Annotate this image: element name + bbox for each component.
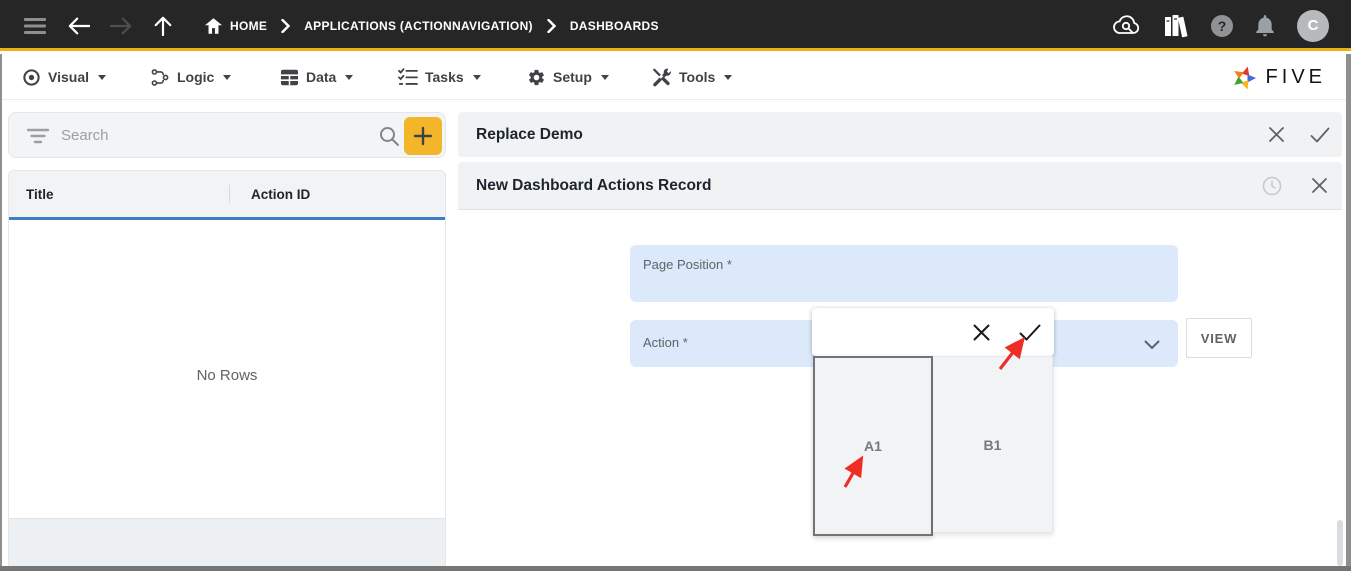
search-icon[interactable] [379,126,400,152]
close-icon [1311,177,1328,194]
record-header: New Dashboard Actions Record [458,162,1342,210]
page-position-field[interactable]: Page Position * [630,245,1178,302]
check-icon [1310,127,1330,143]
window-border-right [1346,54,1351,571]
up-arrow-icon[interactable] [150,0,176,51]
breadcrumb-dashboards[interactable]: DASHBOARDS [570,19,659,33]
notifications-bell-icon[interactable] [1255,14,1275,37]
topbar-actions: ? C [1113,0,1329,51]
caret-down-icon [724,75,732,80]
picker-confirm-button[interactable] [1015,317,1045,347]
column-divider[interactable] [229,185,230,203]
five-pinwheel-icon [1228,61,1260,93]
hamburger-menu-icon[interactable] [22,0,48,51]
breadcrumb-applications[interactable]: APPLICATIONS (ACTIONNAVIGATION) [304,19,533,33]
caret-down-icon [473,75,481,80]
menu-visual-label: Visual [48,69,89,85]
home-icon [205,18,222,34]
position-cell-b1[interactable]: B1 [933,356,1053,533]
page-position-label: Page Position * [643,257,732,272]
caret-down-icon [345,75,353,80]
menu-logic[interactable]: Logic [150,54,231,100]
tools-icon [652,68,672,87]
five-app-window: HOME APPLICATIONS (ACTIONNAVIGATION) DAS… [0,0,1351,571]
help-icon[interactable]: ? [1211,15,1233,37]
chevron-right-icon [547,19,556,33]
close-record-button[interactable] [1305,172,1333,200]
history-clock-button[interactable] [1258,172,1286,200]
tasks-icon [398,68,418,86]
menu-tasks[interactable]: Tasks [398,54,481,100]
library-books-icon[interactable] [1163,14,1189,38]
logic-icon [150,68,170,87]
top-navbar: HOME APPLICATIONS (ACTIONNAVIGATION) DAS… [0,0,1351,51]
five-brand-logo: FIVE [1228,54,1326,100]
save-form-button[interactable] [1306,121,1334,149]
setup-gear-icon [527,68,546,87]
no-rows-message: No Rows [9,367,445,384]
page-position-picker-popup: A1 B1 [812,308,1054,536]
chevron-right-icon [281,19,290,33]
column-header-action-id[interactable]: Action ID [251,171,310,217]
menu-tools-label: Tools [679,69,715,85]
close-icon [1268,126,1285,143]
filter-icon[interactable] [27,127,49,150]
breadcrumb: HOME APPLICATIONS (ACTIONNAVIGATION) DAS… [205,0,659,51]
menu-setup[interactable]: Setup [527,54,609,100]
cancel-form-button[interactable] [1262,121,1290,149]
caret-down-icon [98,75,106,80]
menu-data[interactable]: Data [280,54,353,100]
search-bar [8,112,446,158]
menu-setup-label: Setup [553,69,592,85]
view-button[interactable]: VIEW [1186,318,1252,358]
main-menubar: Visual Logic Data Tasks Setup Tools [0,54,1351,100]
form-header: Replace Demo [458,112,1342,157]
column-header-title[interactable]: Title [26,171,54,217]
menu-data-label: Data [306,69,336,85]
picker-toolbar [812,308,1054,356]
position-cell-a1[interactable]: A1 [813,356,933,536]
scrollbar-thumb[interactable] [1337,520,1343,566]
window-border-bottom [0,566,1351,571]
chevron-down-icon[interactable] [1144,337,1160,355]
clock-icon [1262,176,1282,196]
menu-logic-label: Logic [177,69,214,85]
check-icon [1019,324,1041,341]
search-input[interactable] [61,114,361,156]
table-header: Title Action ID [9,171,445,217]
records-table: Title Action ID No Rows [8,170,446,566]
menu-visual[interactable]: Visual [22,54,106,100]
close-icon [972,323,991,342]
window-border-left [0,54,2,571]
table-header-underline [9,217,445,220]
five-brand-text: FIVE [1266,66,1326,89]
forward-arrow-icon[interactable] [108,0,134,51]
caret-down-icon [601,75,609,80]
data-icon [280,69,299,86]
add-record-button[interactable] [404,117,442,155]
breadcrumb-home[interactable]: HOME [205,18,267,34]
form-title: Replace Demo [476,112,583,157]
user-avatar[interactable]: C [1297,10,1329,42]
plus-icon [413,126,433,146]
menu-tools[interactable]: Tools [652,54,732,100]
record-title: New Dashboard Actions Record [476,162,711,209]
caret-down-icon [223,75,231,80]
cloud-search-icon[interactable] [1113,15,1141,37]
action-label: Action * [643,335,688,350]
table-footer [9,518,445,567]
visual-icon [22,68,41,87]
breadcrumb-home-label: HOME [230,19,267,33]
back-arrow-icon[interactable] [66,0,92,51]
menu-tasks-label: Tasks [425,69,464,85]
picker-cancel-button[interactable] [966,317,996,347]
